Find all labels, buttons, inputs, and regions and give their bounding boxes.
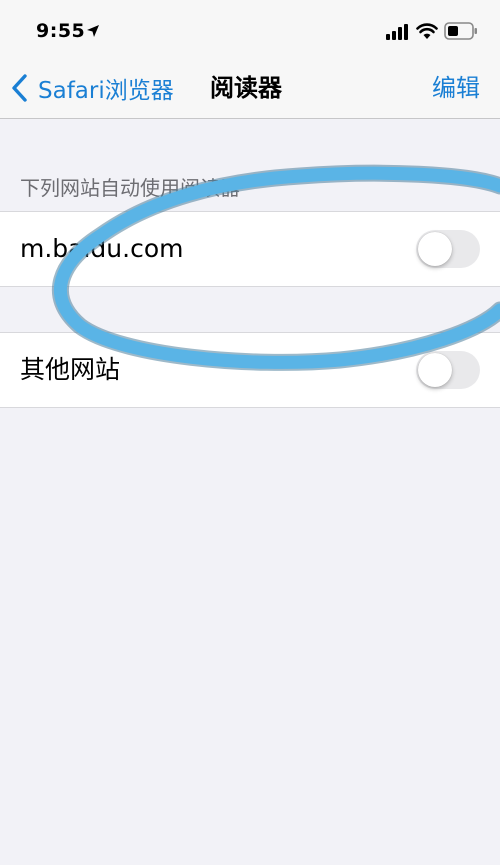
battery-icon [444, 22, 477, 40]
list-item-other-sites[interactable]: 其他网站 [0, 333, 500, 407]
page-title: 阅读器 [210, 74, 282, 102]
location-arrow-icon [87, 25, 99, 37]
status-bar: 9:55 [0, 0, 500, 62]
chevron-left-icon [12, 74, 27, 102]
navigation-bar: Safari浏览器 阅读器 编辑 [0, 62, 500, 119]
other-sites-reader-toggle[interactable] [416, 351, 480, 389]
back-button-label: Safari浏览器 [38, 78, 174, 104]
other-sites-label: 其他网站 [20, 355, 121, 384]
toggle-knob [418, 353, 452, 387]
edit-button[interactable]: 编辑 [432, 62, 480, 114]
other-sites-group: 其他网站 [0, 332, 500, 408]
site-label: m.baidu.com [20, 234, 184, 263]
wifi-icon [416, 23, 438, 39]
toggle-knob [418, 232, 452, 266]
section-header: 下列网站自动使用阅读器 [20, 176, 240, 200]
status-time: 9:55 [36, 20, 86, 42]
cellular-signal-icon [386, 24, 408, 40]
site-list: m.baidu.com [0, 211, 500, 287]
back-button[interactable]: Safari浏览器 [10, 62, 174, 114]
list-item-site[interactable]: m.baidu.com [0, 212, 500, 286]
site-reader-toggle[interactable] [416, 230, 480, 268]
hand-drawn-annotation [51, 164, 500, 371]
